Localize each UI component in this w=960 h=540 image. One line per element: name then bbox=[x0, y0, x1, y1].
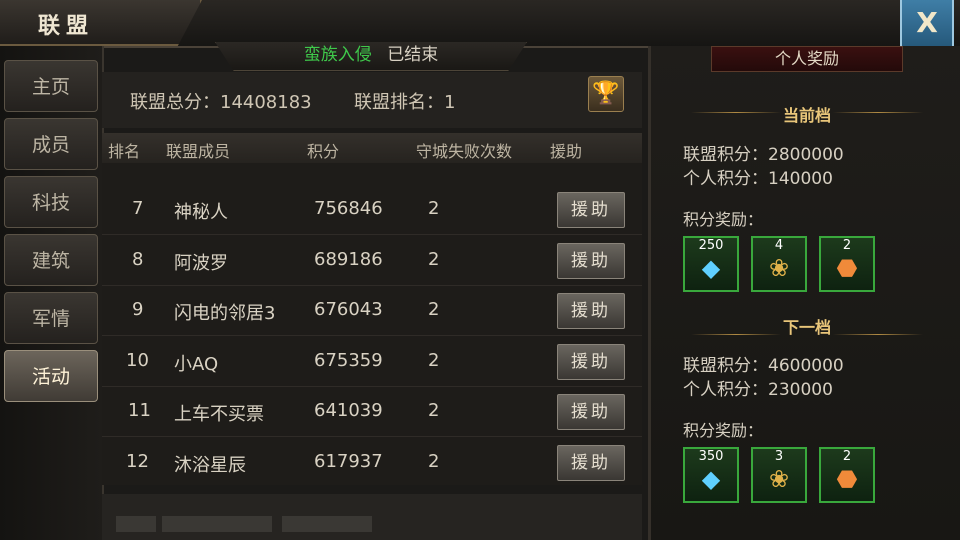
reward-diamond[interactable]: 250 ◆ bbox=[683, 236, 739, 292]
row-score: 675359 bbox=[314, 350, 383, 371]
chat-bar[interactable] bbox=[102, 494, 642, 540]
sidebar: 主页 成员 科技 建筑 军情 活动 bbox=[0, 46, 104, 540]
trophy-icon[interactable]: 🏆 bbox=[588, 76, 624, 112]
row-score: 641039 bbox=[314, 400, 383, 421]
row-member: 闪电的邻居3 bbox=[174, 303, 276, 324]
row-member: 神秘人 bbox=[174, 202, 228, 223]
row-score: 676043 bbox=[314, 299, 383, 320]
reward-panel: 个人奖励 当前档 联盟积分：2800000 个人积分：140000 积分奖励： … bbox=[648, 46, 960, 540]
reward-count: 350 bbox=[698, 449, 724, 464]
aid-button[interactable]: 援助 bbox=[557, 344, 625, 380]
reward-count: 2 bbox=[842, 238, 852, 253]
table-row: 12 沐浴星辰 617937 2 援助 bbox=[102, 437, 642, 485]
reward-count: 4 bbox=[774, 238, 784, 253]
row-fails: 2 bbox=[428, 198, 440, 219]
col-fails: 守城失败次数 bbox=[416, 142, 513, 161]
col-score: 积分 bbox=[307, 142, 340, 161]
current-reward-label: 积分奖励： bbox=[683, 210, 764, 229]
row-score: 756846 bbox=[314, 198, 383, 219]
table-row: 9 闪电的邻居3 676043 2 援助 bbox=[102, 285, 642, 336]
aid-button[interactable]: 援助 bbox=[557, 293, 625, 329]
row-rank: 12 bbox=[126, 451, 149, 472]
row-fails: 2 bbox=[428, 400, 440, 421]
reward-panel-title: 个人奖励 bbox=[711, 46, 903, 72]
alliance-summary: 联盟总分：14408183 联盟排名：1 bbox=[102, 72, 642, 128]
reward-wheat[interactable]: 3 ❀ bbox=[751, 447, 807, 503]
event-banner: 蛮族入侵 已结束 bbox=[215, 42, 527, 71]
current-tier-label: 当前档 bbox=[782, 106, 831, 125]
aid-button[interactable]: 援助 bbox=[557, 394, 625, 430]
table-row: 10 小AQ 675359 2 援助 bbox=[102, 336, 642, 387]
table-row: 7 神秘人 756846 2 援助 bbox=[102, 184, 642, 235]
tab-home[interactable]: 主页 bbox=[4, 60, 98, 112]
next-tier-label: 下一档 bbox=[782, 318, 831, 337]
row-member: 沐浴星辰 bbox=[174, 455, 246, 476]
tab-intel[interactable]: 军情 bbox=[4, 292, 98, 344]
next-personal-score: 个人积分：230000 bbox=[683, 380, 833, 400]
crystal-icon: ⬣ bbox=[836, 254, 858, 282]
reward-diamond[interactable]: 350 ◆ bbox=[683, 447, 739, 503]
diamond-icon: ◆ bbox=[701, 254, 721, 282]
event-status: 已结束 bbox=[387, 45, 439, 65]
page-title: 联盟 bbox=[38, 14, 95, 39]
row-member: 上车不买票 bbox=[174, 404, 264, 425]
aid-button[interactable]: 援助 bbox=[557, 243, 625, 279]
row-fails: 2 bbox=[428, 299, 440, 320]
current-personal-score: 个人积分：140000 bbox=[683, 169, 833, 189]
tab-members[interactable]: 成员 bbox=[4, 118, 98, 170]
event-name: 蛮族入侵 bbox=[303, 45, 372, 65]
col-aid: 援助 bbox=[550, 142, 583, 161]
wheat-icon: ❀ bbox=[768, 465, 790, 493]
reward-count: 2 bbox=[842, 449, 852, 464]
tab-buildings[interactable]: 建筑 bbox=[4, 234, 98, 286]
member-list[interactable]: 7 神秘人 756846 2 援助 8 阿波罗 689186 2 援助 9 闪电… bbox=[102, 163, 642, 485]
col-rank: 排名 bbox=[108, 142, 141, 161]
table-row: 8 阿波罗 689186 2 援助 bbox=[102, 235, 642, 286]
wheat-icon: ❀ bbox=[768, 254, 790, 282]
next-alliance-score: 联盟积分：4600000 bbox=[683, 356, 844, 376]
chat-blur bbox=[162, 516, 272, 532]
row-fails: 2 bbox=[428, 350, 440, 371]
row-rank: 7 bbox=[132, 198, 144, 219]
row-member: 小AQ bbox=[174, 354, 219, 375]
diamond-icon: ◆ bbox=[701, 465, 721, 493]
table-row: 11 上车不买票 641039 2 援助 bbox=[102, 386, 642, 437]
reward-crystal[interactable]: 2 ⬣ bbox=[819, 236, 875, 292]
title-plate bbox=[0, 0, 202, 46]
reward-crystal[interactable]: 2 ⬣ bbox=[819, 447, 875, 503]
row-rank: 8 bbox=[132, 249, 144, 270]
next-reward-label: 积分奖励： bbox=[683, 421, 764, 440]
row-score: 689186 bbox=[314, 249, 383, 270]
reward-count: 3 bbox=[774, 449, 784, 464]
chat-blur bbox=[116, 516, 156, 532]
row-rank: 9 bbox=[132, 299, 144, 320]
tab-technology[interactable]: 科技 bbox=[4, 176, 98, 228]
row-member: 阿波罗 bbox=[174, 253, 228, 274]
chat-blur bbox=[282, 516, 372, 532]
alliance-rank: 联盟排名：1 bbox=[354, 92, 456, 113]
row-rank: 10 bbox=[126, 350, 149, 371]
crystal-icon: ⬣ bbox=[836, 465, 858, 493]
aid-button[interactable]: 援助 bbox=[557, 445, 625, 481]
reward-wheat[interactable]: 4 ❀ bbox=[751, 236, 807, 292]
tab-events[interactable]: 活动 bbox=[4, 350, 98, 402]
table-header: 排名 联盟成员 积分 守城失败次数 援助 bbox=[102, 133, 642, 164]
current-alliance-score: 联盟积分：2800000 bbox=[683, 145, 844, 165]
row-rank: 11 bbox=[128, 400, 151, 421]
row-score: 617937 bbox=[314, 451, 383, 472]
aid-button[interactable]: 援助 bbox=[557, 192, 625, 228]
total-score: 联盟总分：14408183 bbox=[130, 92, 312, 113]
row-fails: 2 bbox=[428, 249, 440, 270]
col-member: 联盟成员 bbox=[166, 142, 231, 161]
row-fails: 2 bbox=[428, 451, 440, 472]
reward-count: 250 bbox=[698, 238, 724, 253]
